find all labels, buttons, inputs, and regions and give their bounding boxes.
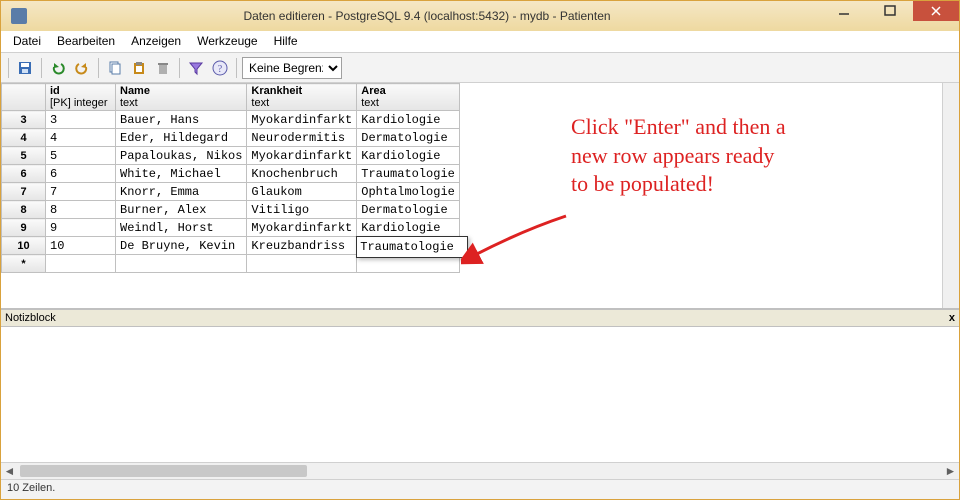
help-button[interactable]: ? <box>209 57 231 79</box>
app-icon <box>11 8 27 24</box>
scroll-right-arrow[interactable]: ► <box>942 463 959 479</box>
table-row[interactable]: 55Papaloukas, NikosMyokardinfarktKardiol… <box>2 147 460 165</box>
cell-id[interactable]: 5 <box>46 147 116 165</box>
cell-area[interactable]: Kardiologie <box>357 147 460 165</box>
row-limit-select[interactable]: Keine Begrenzu <box>242 57 342 79</box>
row-header[interactable]: 9 <box>2 219 46 237</box>
annotation-text: Click "Enter" and then a new row appears… <box>571 113 786 199</box>
titlebar: Daten editieren - PostgreSQL 9.4 (localh… <box>1 1 959 31</box>
cell-empty[interactable] <box>247 255 357 273</box>
cell-empty[interactable] <box>46 255 116 273</box>
cell-name[interactable]: Papaloukas, Nikos <box>116 147 247 165</box>
cell-krankheit[interactable]: Vitiligo <box>247 201 357 219</box>
annotation-arrow <box>461 211 571 271</box>
save-button[interactable] <box>14 57 36 79</box>
cell-name[interactable]: White, Michael <box>116 165 247 183</box>
menu-edit[interactable]: Bearbeiten <box>49 31 123 52</box>
table-row[interactable]: 77Knorr, EmmaGlaukomOphtalmologie <box>2 183 460 201</box>
menu-view[interactable]: Anzeigen <box>123 31 189 52</box>
row-header[interactable]: 3 <box>2 111 46 129</box>
row-header[interactable]: 5 <box>2 147 46 165</box>
cell-name[interactable]: Bauer, Hans <box>116 111 247 129</box>
cell-name[interactable]: Weindl, Horst <box>116 219 247 237</box>
cell-name[interactable]: De Bruyne, Kevin <box>116 237 247 255</box>
table-row[interactable]: 66White, MichaelKnochenbruchTraumatologi… <box>2 165 460 183</box>
cell-area[interactable]: Kardiologie <box>357 219 460 237</box>
table-row[interactable]: 99Weindl, HorstMyokardinfarktKardiologie <box>2 219 460 237</box>
cell-krankheit[interactable]: Knochenbruch <box>247 165 357 183</box>
cell-area[interactable]: Traumatologie <box>357 165 460 183</box>
window-controls <box>821 1 959 21</box>
table-row[interactable]: 44Eder, HildegardNeurodermitisDermatolog… <box>2 129 460 147</box>
menu-tools[interactable]: Werkzeuge <box>189 31 265 52</box>
scratchpad-title: Notizblock <box>5 312 56 324</box>
scroll-left-arrow[interactable]: ◄ <box>1 463 18 479</box>
table-row[interactable]: 88Burner, AlexVitiligoDermatologie <box>2 201 460 219</box>
vertical-scrollbar[interactable] <box>942 83 959 308</box>
menubar: Datei Bearbeiten Anzeigen Werkzeuge Hilf… <box>1 31 959 53</box>
cell-empty[interactable] <box>116 255 247 273</box>
table-row[interactable]: 33Bauer, HansMyokardinfarktKardiologie <box>2 111 460 129</box>
svg-text:?: ? <box>218 64 223 75</box>
cell-id[interactable]: 6 <box>46 165 116 183</box>
scratchpad-header[interactable]: Notizblock x <box>1 309 959 327</box>
cell-id[interactable]: 10 <box>46 237 116 255</box>
filter-button[interactable] <box>185 57 207 79</box>
status-bar: 10 Zeilen. <box>1 479 959 499</box>
status-text: 10 Zeilen. <box>7 482 55 494</box>
close-button[interactable] <box>913 1 959 21</box>
cell-area[interactable]: Ophtalmologie <box>357 183 460 201</box>
cell-area-editing[interactable] <box>357 237 460 255</box>
table-row[interactable]: 1010De Bruyne, KevinKreuzbandriss <box>2 237 460 255</box>
app-window: Daten editieren - PostgreSQL 9.4 (localh… <box>0 0 960 500</box>
row-header-new[interactable]: * <box>2 255 46 273</box>
redo-button[interactable] <box>71 57 93 79</box>
cell-name[interactable]: Eder, Hildegard <box>116 129 247 147</box>
cell-id[interactable]: 3 <box>46 111 116 129</box>
row-header[interactable]: 10 <box>2 237 46 255</box>
cell-id[interactable]: 9 <box>46 219 116 237</box>
scratchpad-close-button[interactable]: x <box>949 312 955 324</box>
paste-button[interactable] <box>128 57 150 79</box>
delete-button[interactable] <box>152 57 174 79</box>
cell-krankheit[interactable]: Myokardinfarkt <box>247 219 357 237</box>
cell-krankheit[interactable]: Myokardinfarkt <box>247 111 357 129</box>
menu-help[interactable]: Hilfe <box>266 31 306 52</box>
horizontal-scrollbar[interactable]: ◄ ► <box>1 462 959 479</box>
cell-area[interactable]: Kardiologie <box>357 111 460 129</box>
cell-krankheit[interactable]: Neurodermitis <box>247 129 357 147</box>
cell-krankheit[interactable]: Kreuzbandriss <box>247 237 357 255</box>
cell-area[interactable]: Dermatologie <box>357 201 460 219</box>
cell-krankheit[interactable]: Glaukom <box>247 183 357 201</box>
cell-name[interactable]: Burner, Alex <box>116 201 247 219</box>
cell-id[interactable]: 7 <box>46 183 116 201</box>
row-header[interactable]: 6 <box>2 165 46 183</box>
minimize-button[interactable] <box>821 1 867 21</box>
cell-id[interactable]: 4 <box>46 129 116 147</box>
row-header[interactable]: 8 <box>2 201 46 219</box>
col-header-id[interactable]: id [PK] integer <box>46 84 116 111</box>
data-grid[interactable]: id [PK] integer Name text Krankheit text <box>1 83 959 309</box>
scroll-thumb[interactable] <box>20 465 307 477</box>
row-header[interactable]: 4 <box>2 129 46 147</box>
undo-button[interactable] <box>47 57 69 79</box>
corner-header[interactable] <box>2 84 46 111</box>
row-header[interactable]: 7 <box>2 183 46 201</box>
cell-editor-input[interactable] <box>356 236 468 258</box>
toolbar: ? Keine Begrenzu <box>1 53 959 83</box>
col-header-name[interactable]: Name text <box>116 84 247 111</box>
data-table: id [PK] integer Name text Krankheit text <box>1 83 460 273</box>
main-area: id [PK] integer Name text Krankheit text <box>1 83 959 479</box>
col-header-krankheit[interactable]: Krankheit text <box>247 84 357 111</box>
col-header-area[interactable]: Area text <box>357 84 460 111</box>
scratchpad-body[interactable] <box>1 327 959 462</box>
window-title: Daten editieren - PostgreSQL 9.4 (localh… <box>33 9 821 23</box>
cell-krankheit[interactable]: Myokardinfarkt <box>247 147 357 165</box>
cell-name[interactable]: Knorr, Emma <box>116 183 247 201</box>
menu-file[interactable]: Datei <box>5 31 49 52</box>
cell-area[interactable]: Dermatologie <box>357 129 460 147</box>
cell-id[interactable]: 8 <box>46 201 116 219</box>
maximize-button[interactable] <box>867 1 913 21</box>
copy-button[interactable] <box>104 57 126 79</box>
